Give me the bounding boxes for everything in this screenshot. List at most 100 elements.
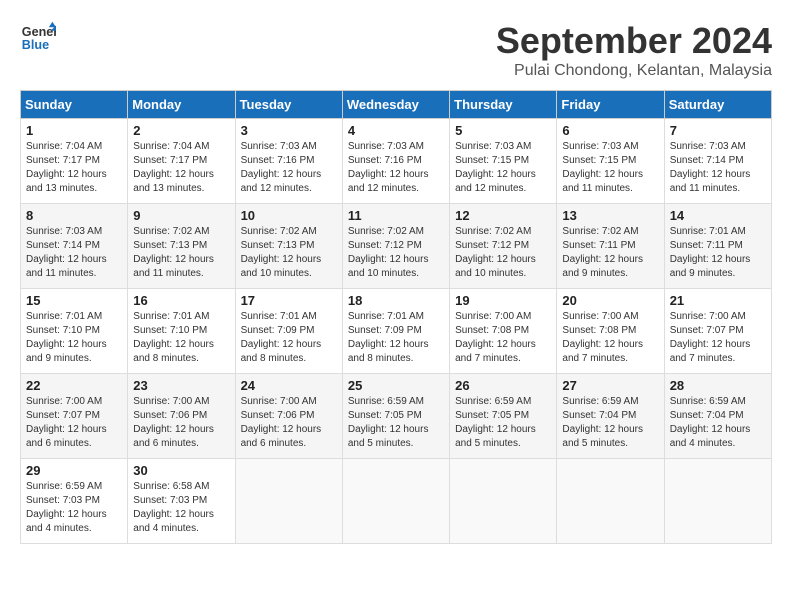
day-number: 7: [670, 123, 766, 138]
logo-icon: General Blue: [20, 20, 56, 56]
day-info: Sunrise: 6:58 AM Sunset: 7:03 PM Dayligh…: [133, 480, 229, 536]
day-number: 22: [26, 378, 122, 393]
day-info: Sunrise: 7:03 AM Sunset: 7:15 PM Dayligh…: [455, 140, 551, 196]
day-number: 21: [670, 293, 766, 308]
calendar-title: September 2024: [496, 20, 772, 62]
table-row: [557, 459, 664, 544]
day-number: 1: [26, 123, 122, 138]
day-info: Sunrise: 6:59 AM Sunset: 7:03 PM Dayligh…: [26, 480, 122, 536]
day-number: 5: [455, 123, 551, 138]
table-row: 16 Sunrise: 7:01 AM Sunset: 7:10 PM Dayl…: [128, 289, 235, 374]
table-row: 30 Sunrise: 6:58 AM Sunset: 7:03 PM Dayl…: [128, 459, 235, 544]
header-wednesday: Wednesday: [342, 91, 449, 119]
table-row: 10 Sunrise: 7:02 AM Sunset: 7:13 PM Dayl…: [235, 204, 342, 289]
table-row: 24 Sunrise: 7:00 AM Sunset: 7:06 PM Dayl…: [235, 374, 342, 459]
week-row-1: 1 Sunrise: 7:04 AM Sunset: 7:17 PM Dayli…: [21, 119, 772, 204]
day-number: 15: [26, 293, 122, 308]
day-info: Sunrise: 7:04 AM Sunset: 7:17 PM Dayligh…: [26, 140, 122, 196]
table-row: 26 Sunrise: 6:59 AM Sunset: 7:05 PM Dayl…: [450, 374, 557, 459]
table-row: 23 Sunrise: 7:00 AM Sunset: 7:06 PM Dayl…: [128, 374, 235, 459]
table-row: [664, 459, 771, 544]
day-number: 14: [670, 208, 766, 223]
table-row: 5 Sunrise: 7:03 AM Sunset: 7:15 PM Dayli…: [450, 119, 557, 204]
day-info: Sunrise: 7:04 AM Sunset: 7:17 PM Dayligh…: [133, 140, 229, 196]
table-row: 22 Sunrise: 7:00 AM Sunset: 7:07 PM Dayl…: [21, 374, 128, 459]
table-row: 9 Sunrise: 7:02 AM Sunset: 7:13 PM Dayli…: [128, 204, 235, 289]
table-row: [342, 459, 449, 544]
table-row: 28 Sunrise: 6:59 AM Sunset: 7:04 PM Dayl…: [664, 374, 771, 459]
table-row: 13 Sunrise: 7:02 AM Sunset: 7:11 PM Dayl…: [557, 204, 664, 289]
header-thursday: Thursday: [450, 91, 557, 119]
table-row: 21 Sunrise: 7:00 AM Sunset: 7:07 PM Dayl…: [664, 289, 771, 374]
day-info: Sunrise: 7:00 AM Sunset: 7:06 PM Dayligh…: [241, 395, 337, 451]
table-row: 14 Sunrise: 7:01 AM Sunset: 7:11 PM Dayl…: [664, 204, 771, 289]
day-number: 2: [133, 123, 229, 138]
calendar-table: Sunday Monday Tuesday Wednesday Thursday…: [20, 90, 772, 544]
day-number: 9: [133, 208, 229, 223]
day-number: 26: [455, 378, 551, 393]
header-row: Sunday Monday Tuesday Wednesday Thursday…: [21, 91, 772, 119]
day-info: Sunrise: 7:01 AM Sunset: 7:10 PM Dayligh…: [26, 310, 122, 366]
table-row: 20 Sunrise: 7:00 AM Sunset: 7:08 PM Dayl…: [557, 289, 664, 374]
day-number: 8: [26, 208, 122, 223]
day-number: 18: [348, 293, 444, 308]
day-number: 30: [133, 463, 229, 478]
day-number: 17: [241, 293, 337, 308]
week-row-2: 8 Sunrise: 7:03 AM Sunset: 7:14 PM Dayli…: [21, 204, 772, 289]
day-number: 13: [562, 208, 658, 223]
header-friday: Friday: [557, 91, 664, 119]
table-row: 18 Sunrise: 7:01 AM Sunset: 7:09 PM Dayl…: [342, 289, 449, 374]
header-sunday: Sunday: [21, 91, 128, 119]
table-row: 11 Sunrise: 7:02 AM Sunset: 7:12 PM Dayl…: [342, 204, 449, 289]
day-number: 3: [241, 123, 337, 138]
svg-text:Blue: Blue: [22, 38, 49, 52]
table-row: 4 Sunrise: 7:03 AM Sunset: 7:16 PM Dayli…: [342, 119, 449, 204]
day-info: Sunrise: 7:02 AM Sunset: 7:12 PM Dayligh…: [455, 225, 551, 281]
day-number: 12: [455, 208, 551, 223]
title-section: September 2024 Pulai Chondong, Kelantan,…: [496, 20, 772, 80]
day-number: 19: [455, 293, 551, 308]
table-row: [450, 459, 557, 544]
day-number: 24: [241, 378, 337, 393]
week-row-4: 22 Sunrise: 7:00 AM Sunset: 7:07 PM Dayl…: [21, 374, 772, 459]
day-number: 29: [26, 463, 122, 478]
day-info: Sunrise: 6:59 AM Sunset: 7:04 PM Dayligh…: [670, 395, 766, 451]
table-row: 1 Sunrise: 7:04 AM Sunset: 7:17 PM Dayli…: [21, 119, 128, 204]
day-number: 23: [133, 378, 229, 393]
table-row: 15 Sunrise: 7:01 AM Sunset: 7:10 PM Dayl…: [21, 289, 128, 374]
table-row: [235, 459, 342, 544]
day-info: Sunrise: 7:01 AM Sunset: 7:10 PM Dayligh…: [133, 310, 229, 366]
day-info: Sunrise: 7:03 AM Sunset: 7:14 PM Dayligh…: [670, 140, 766, 196]
table-row: 19 Sunrise: 7:00 AM Sunset: 7:08 PM Dayl…: [450, 289, 557, 374]
table-row: 27 Sunrise: 6:59 AM Sunset: 7:04 PM Dayl…: [557, 374, 664, 459]
day-info: Sunrise: 7:00 AM Sunset: 7:07 PM Dayligh…: [670, 310, 766, 366]
day-info: Sunrise: 7:02 AM Sunset: 7:13 PM Dayligh…: [241, 225, 337, 281]
day-number: 4: [348, 123, 444, 138]
calendar-subtitle: Pulai Chondong, Kelantan, Malaysia: [496, 62, 772, 80]
table-row: 6 Sunrise: 7:03 AM Sunset: 7:15 PM Dayli…: [557, 119, 664, 204]
day-info: Sunrise: 7:03 AM Sunset: 7:16 PM Dayligh…: [348, 140, 444, 196]
day-info: Sunrise: 7:03 AM Sunset: 7:16 PM Dayligh…: [241, 140, 337, 196]
table-row: 2 Sunrise: 7:04 AM Sunset: 7:17 PM Dayli…: [128, 119, 235, 204]
table-row: 12 Sunrise: 7:02 AM Sunset: 7:12 PM Dayl…: [450, 204, 557, 289]
day-number: 10: [241, 208, 337, 223]
day-number: 11: [348, 208, 444, 223]
day-info: Sunrise: 7:02 AM Sunset: 7:12 PM Dayligh…: [348, 225, 444, 281]
day-info: Sunrise: 7:02 AM Sunset: 7:13 PM Dayligh…: [133, 225, 229, 281]
day-info: Sunrise: 6:59 AM Sunset: 7:05 PM Dayligh…: [455, 395, 551, 451]
header-tuesday: Tuesday: [235, 91, 342, 119]
table-row: 29 Sunrise: 6:59 AM Sunset: 7:03 PM Dayl…: [21, 459, 128, 544]
day-info: Sunrise: 7:03 AM Sunset: 7:15 PM Dayligh…: [562, 140, 658, 196]
logo: General Blue: [20, 20, 56, 56]
table-row: 3 Sunrise: 7:03 AM Sunset: 7:16 PM Dayli…: [235, 119, 342, 204]
day-info: Sunrise: 6:59 AM Sunset: 7:04 PM Dayligh…: [562, 395, 658, 451]
day-number: 20: [562, 293, 658, 308]
page-header: General Blue September 2024 Pulai Chondo…: [20, 20, 772, 80]
day-number: 16: [133, 293, 229, 308]
day-number: 25: [348, 378, 444, 393]
week-row-3: 15 Sunrise: 7:01 AM Sunset: 7:10 PM Dayl…: [21, 289, 772, 374]
day-info: Sunrise: 7:01 AM Sunset: 7:09 PM Dayligh…: [241, 310, 337, 366]
table-row: 8 Sunrise: 7:03 AM Sunset: 7:14 PM Dayli…: [21, 204, 128, 289]
day-info: Sunrise: 7:00 AM Sunset: 7:06 PM Dayligh…: [133, 395, 229, 451]
table-row: 25 Sunrise: 6:59 AM Sunset: 7:05 PM Dayl…: [342, 374, 449, 459]
